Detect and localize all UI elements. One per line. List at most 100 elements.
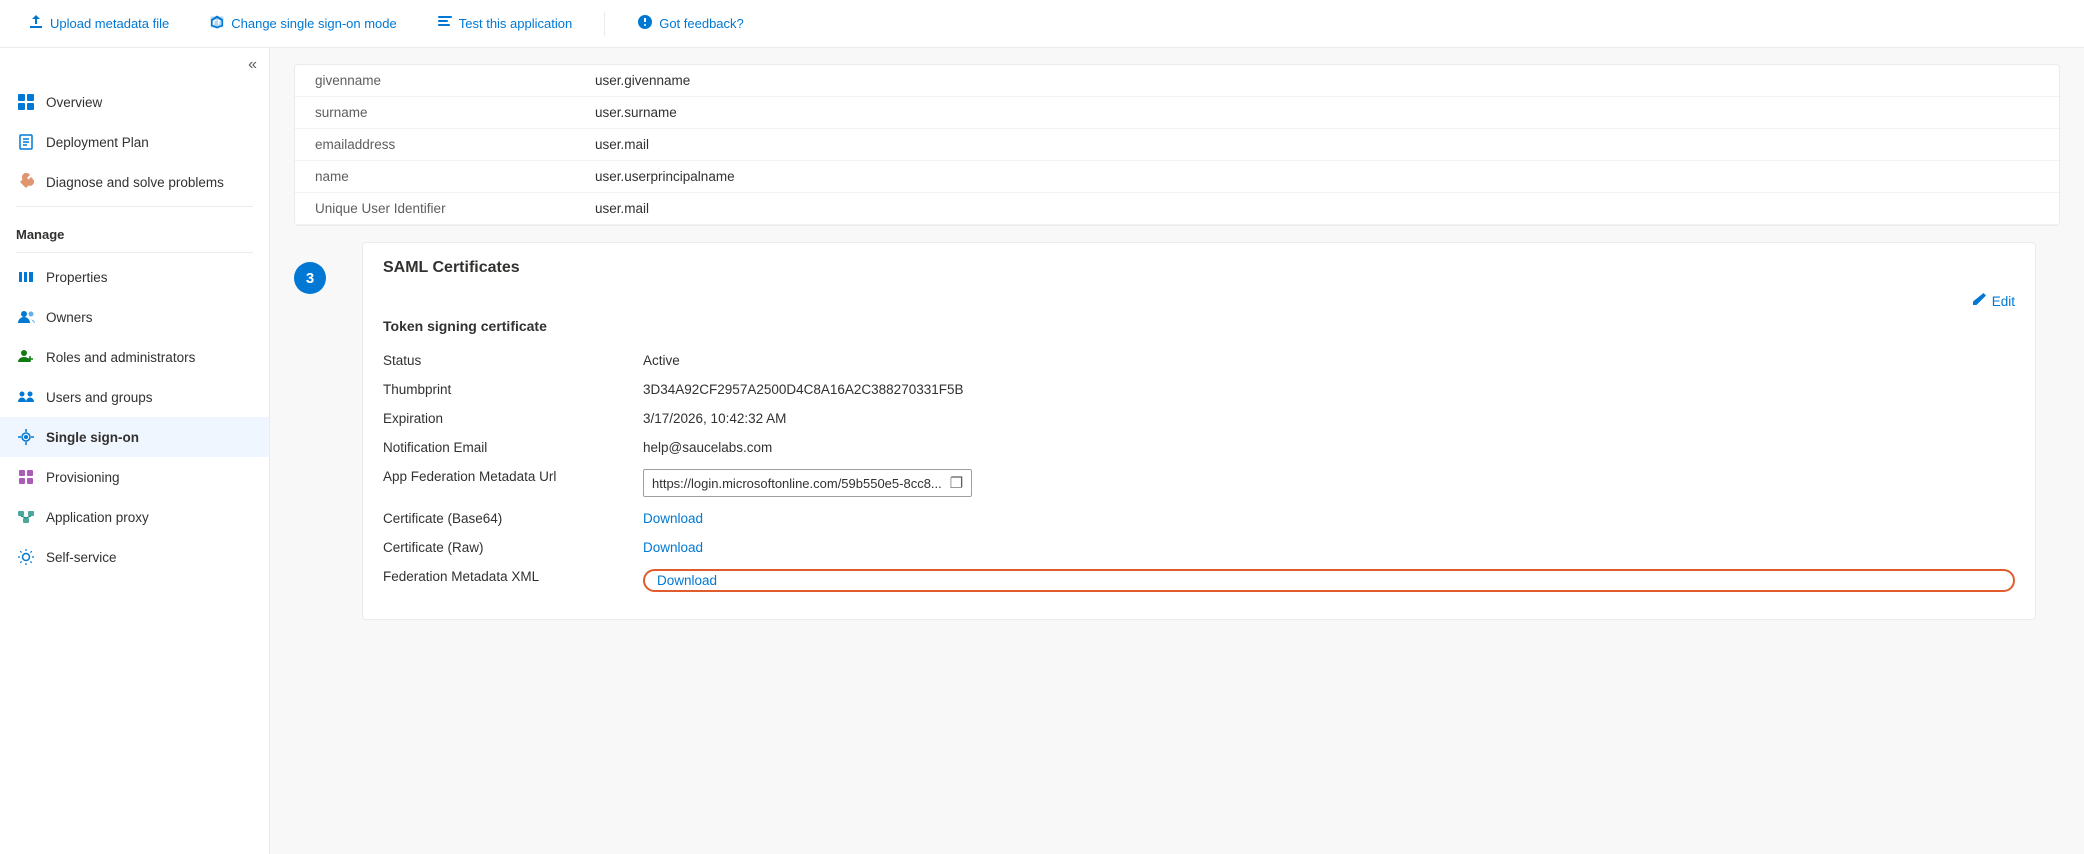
sidebar-item-deployment-plan[interactable]: Deployment Plan — [0, 122, 269, 162]
attr-row: emailaddress user.mail — [295, 129, 2059, 161]
provisioning-icon — [16, 467, 36, 487]
sidebar-item-single-sign-on[interactable]: Single sign-on — [0, 417, 269, 457]
cert-row-notification-email: Notification Email help@saucelabs.com — [383, 433, 2015, 462]
sidebar-item-owners[interactable]: Owners — [0, 297, 269, 337]
person-add-icon — [16, 347, 36, 367]
content-area: givenname user.givenname surname user.su… — [270, 48, 2084, 854]
sidebar-item-users-groups[interactable]: Users and groups — [0, 377, 269, 417]
attr-value: user.mail — [575, 193, 2059, 225]
sidebar-label-provisioning: Provisioning — [46, 470, 120, 485]
attr-row: givenname user.givenname — [295, 65, 2059, 97]
cert-label-app-federation-url: App Federation Metadata Url — [383, 469, 623, 484]
sidebar-label-sso: Single sign-on — [46, 430, 139, 445]
step-3-badge: 3 — [294, 262, 326, 294]
sidebar-item-properties[interactable]: Properties — [0, 257, 269, 297]
attr-value: user.givenname — [575, 65, 2059, 97]
book-icon — [16, 132, 36, 152]
people-group-icon — [16, 387, 36, 407]
feedback-button[interactable]: Got feedback? — [629, 10, 752, 37]
sidebar: « Overview Deployment Plan Diagnose and … — [0, 48, 270, 854]
main-layout: « Overview Deployment Plan Diagnose and … — [0, 48, 2084, 854]
attr-claim: givenname — [295, 65, 575, 97]
attributes-card: givenname user.givenname surname user.su… — [294, 64, 2060, 226]
sidebar-item-app-proxy[interactable]: Application proxy — [0, 497, 269, 537]
step-col: 3 — [294, 242, 326, 294]
sidebar-label-roles: Roles and administrators — [46, 350, 195, 365]
sidebar-collapse-area: « — [0, 48, 269, 82]
metadata-url-box: https://login.microsoftonline.com/59b550… — [643, 469, 972, 497]
cert-row-thumbprint: Thumbprint 3D34A92CF2957A2500D4C8A16A2C3… — [383, 375, 2015, 404]
attr-value: user.mail — [575, 129, 2059, 161]
metadata-url-text: https://login.microsoftonline.com/59b550… — [652, 476, 942, 491]
proxy-icon — [16, 507, 36, 527]
attr-claim: emailaddress — [295, 129, 575, 161]
cert-row-expiration: Expiration 3/17/2026, 10:42:32 AM — [383, 404, 2015, 433]
sidebar-label-self-service: Self-service — [46, 550, 117, 565]
cert-download-link-cert-raw[interactable]: Download — [643, 540, 2015, 555]
edit-area: Edit — [383, 285, 2015, 318]
saml-certificates-section: SAML Certificates Edit Token signing cer… — [362, 242, 2036, 620]
sign-on-icon — [16, 427, 36, 447]
cert-label-thumbprint: Thumbprint — [383, 382, 623, 397]
bars-icon — [16, 267, 36, 287]
cert-row-federation-metadata-xml: Federation Metadata XML Download — [383, 562, 2015, 599]
attributes-table: givenname user.givenname surname user.su… — [295, 65, 2059, 225]
test-icon — [437, 14, 453, 33]
cert-label-cert-raw: Certificate (Raw) — [383, 540, 623, 555]
manage-section-title: Manage — [0, 211, 269, 248]
cert-download-link-cert-base64[interactable]: Download — [643, 511, 2015, 526]
attr-row: Unique User Identifier user.mail — [295, 193, 2059, 225]
cert-value-expiration: 3/17/2026, 10:42:32 AM — [643, 411, 2015, 426]
sidebar-item-provisioning[interactable]: Provisioning — [0, 457, 269, 497]
copy-icon[interactable]: ❐ — [950, 474, 963, 492]
token-cert-title: Token signing certificate — [383, 318, 2015, 334]
cert-fields: Status Active Thumbprint 3D34A92CF2957A2… — [383, 346, 2015, 599]
sidebar-label-users-groups: Users and groups — [46, 390, 153, 405]
self-service-icon — [16, 547, 36, 567]
attr-value: user.surname — [575, 97, 2059, 129]
cert-label-cert-base64: Certificate (Base64) — [383, 511, 623, 526]
cert-row-cert-base64: Certificate (Base64) Download — [383, 504, 2015, 533]
attr-row: name user.userprincipalname — [295, 161, 2059, 193]
cert-value-thumbprint: 3D34A92CF2957A2500D4C8A16A2C388270331F5B — [643, 382, 2015, 397]
cert-label-status: Status — [383, 353, 623, 368]
sidebar-item-diagnose[interactable]: Diagnose and solve problems — [0, 162, 269, 202]
toolbar-divider — [604, 12, 605, 36]
attr-claim: name — [295, 161, 575, 193]
saml-card: SAML Certificates Edit Token signing cer… — [338, 242, 2060, 636]
cert-value-notification-email: help@saucelabs.com — [643, 440, 2015, 455]
grid-icon — [16, 92, 36, 112]
upload-icon — [28, 14, 44, 33]
sidebar-item-overview[interactable]: Overview — [0, 82, 269, 122]
cert-label-notification-email: Notification Email — [383, 440, 623, 455]
sidebar-label-overview: Overview — [46, 95, 102, 110]
cert-download-highlighted-federation-metadata-xml[interactable]: Download — [643, 569, 2015, 592]
upload-metadata-button[interactable]: Upload metadata file — [20, 10, 177, 37]
toolbar: Upload metadata file Change single sign-… — [0, 0, 2084, 48]
sidebar-item-self-service[interactable]: Self-service — [0, 537, 269, 577]
change-sso-button[interactable]: Change single sign-on mode — [201, 10, 405, 37]
edit-button[interactable]: Edit — [1972, 293, 2015, 310]
feedback-icon — [637, 14, 653, 33]
change-icon — [209, 14, 225, 33]
cert-label-expiration: Expiration — [383, 411, 623, 426]
sidebar-divider-manage — [16, 206, 253, 207]
attr-claim: surname — [295, 97, 575, 129]
cert-row-status: Status Active — [383, 346, 2015, 375]
sidebar-label-deployment: Deployment Plan — [46, 135, 149, 150]
sidebar-label-properties: Properties — [46, 270, 108, 285]
cert-row-app-federation-url: App Federation Metadata Url https://logi… — [383, 462, 2015, 504]
cert-row-cert-raw: Certificate (Raw) Download — [383, 533, 2015, 562]
cert-value-status: Active — [643, 353, 2015, 368]
wrench-icon — [16, 172, 36, 192]
saml-body: Edit Token signing certificate Status Ac… — [363, 285, 2035, 619]
sidebar-label-diagnose: Diagnose and solve problems — [46, 175, 224, 190]
sidebar-label-owners: Owners — [46, 310, 93, 325]
cert-label-federation-metadata-xml: Federation Metadata XML — [383, 569, 623, 584]
collapse-sidebar-button[interactable]: « — [248, 56, 257, 74]
sidebar-item-roles[interactable]: Roles and administrators — [0, 337, 269, 377]
attr-row: surname user.surname — [295, 97, 2059, 129]
sidebar-divider-2 — [16, 252, 253, 253]
test-application-button[interactable]: Test this application — [429, 10, 580, 37]
people-icon — [16, 307, 36, 327]
